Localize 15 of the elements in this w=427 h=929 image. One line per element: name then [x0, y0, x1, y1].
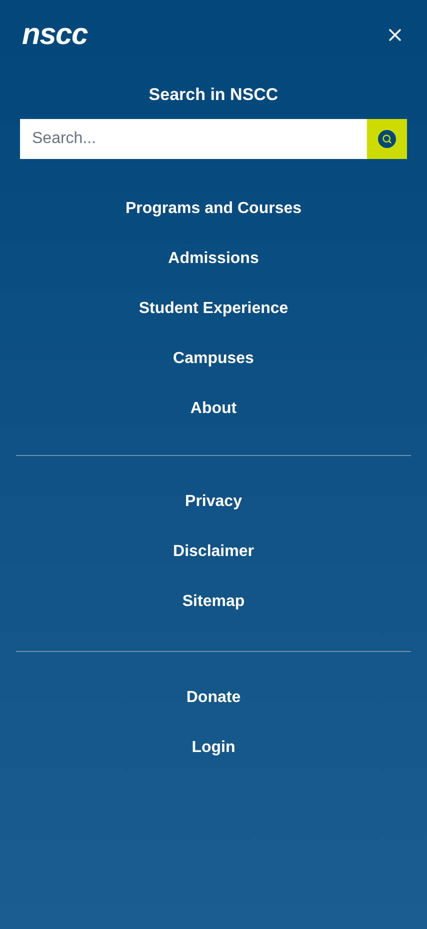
logo[interactable]: nscc [22, 20, 88, 50]
menu-link[interactable]: Donate [186, 686, 241, 710]
menu-link[interactable]: About [190, 396, 237, 420]
menu-link[interactable]: Campuses [173, 346, 254, 370]
menu-link[interactable]: Student Experience [138, 296, 288, 320]
menu-link[interactable]: Login [192, 736, 236, 760]
search-field[interactable]: Search... [20, 118, 367, 158]
menu-link[interactable]: Sitemap [182, 590, 245, 614]
search-title: Search in NSCC [148, 84, 278, 106]
menu-link[interactable]: Privacy [185, 490, 242, 514]
menu-link[interactable]: Admissions [168, 246, 259, 270]
menu-link[interactable]: Programs and Courses [125, 196, 302, 220]
search-button[interactable] [367, 118, 407, 158]
search-icon [378, 130, 396, 148]
menu-link[interactable]: Disclaimer [173, 540, 254, 564]
